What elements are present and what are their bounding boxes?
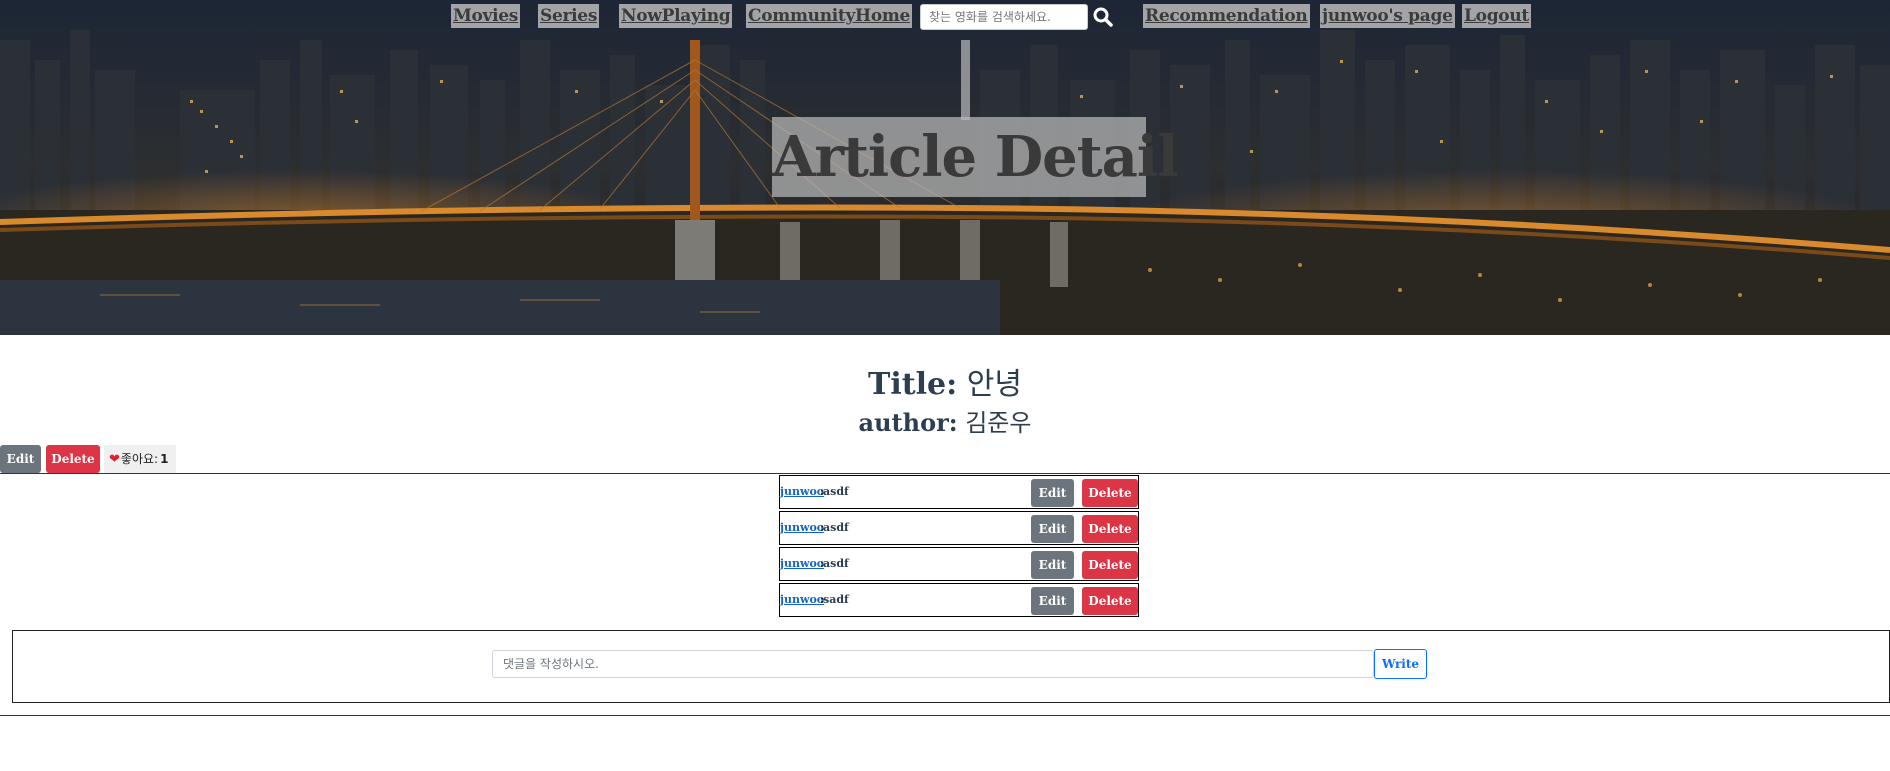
divider-top [0,473,1890,474]
heart-icon: ❤ [109,452,120,467]
write-comment-button[interactable]: Write [1374,649,1427,679]
comment-item: junwoo : sadf Edit Delete [779,583,1139,617]
article-edit-button[interactable]: Edit [0,445,41,473]
comment-edit-button[interactable]: Edit [1031,551,1074,579]
hero-divider [961,40,970,120]
comment-author-link[interactable]: junwoo [780,485,824,498]
article-author-value: 김준우 [965,409,1032,437]
comment-author-link[interactable]: junwoo [780,557,824,570]
comment-edit-button[interactable]: Edit [1031,479,1074,507]
page-title: Article Detail [772,117,1178,197]
like-count: 1 [160,452,169,466]
comment-content: sadf [823,593,849,606]
search-input[interactable] [920,4,1088,30]
comment-list: junwoo : asdf Edit Delete junwoo : asdf … [779,475,1139,619]
nav-nowplaying[interactable]: NowPlaying [619,4,733,28]
comment-edit-button[interactable]: Edit [1031,515,1074,543]
comment-content: asdf [823,485,849,498]
comment-author-link[interactable]: junwoo [780,521,824,534]
nav-logout[interactable]: Logout [1462,4,1531,28]
hero-banner: Movies Series NowPlaying CommunityHome R… [0,0,1890,335]
article-author-label: author: [858,408,958,437]
comment-item: junwoo : asdf Edit Delete [779,475,1139,509]
nav-recommendation[interactable]: Recommendation [1143,4,1310,28]
comment-item: junwoo : asdf Edit Delete [779,511,1139,545]
comment-delete-button[interactable]: Delete [1082,587,1138,615]
divider-bottom [0,715,1890,716]
comment-edit-button[interactable]: Edit [1031,587,1074,615]
comment-content: asdf [823,557,849,570]
nav-community-home[interactable]: CommunityHome [746,4,913,28]
comment-item: junwoo : asdf Edit Delete [779,547,1139,581]
comment-author-link[interactable]: junwoo [780,593,824,606]
nav-series[interactable]: Series [538,4,600,28]
top-nav: Movies Series NowPlaying CommunityHome R… [0,2,1890,30]
article-title: Title: 안녕 [0,363,1890,407]
comment-delete-button[interactable]: Delete [1082,515,1138,543]
like-button[interactable]: ❤좋아요: 1 [104,445,176,473]
article-title-label: Title: [868,367,958,402]
search-icon[interactable] [1092,6,1114,28]
comment-content: asdf [823,521,849,534]
article-delete-button[interactable]: Delete [46,445,100,473]
nav-user-page[interactable]: junwoo's page [1320,4,1455,28]
like-label: 좋아요: [120,452,159,466]
comment-delete-button[interactable]: Delete [1082,479,1138,507]
comment-input[interactable] [492,650,1374,678]
comment-delete-button[interactable]: Delete [1082,551,1138,579]
article-author: author: 김준우 [0,406,1890,440]
comment-form: Write [12,630,1890,703]
article-title-value: 안녕 [966,367,1022,402]
nav-movies[interactable]: Movies [451,4,521,28]
